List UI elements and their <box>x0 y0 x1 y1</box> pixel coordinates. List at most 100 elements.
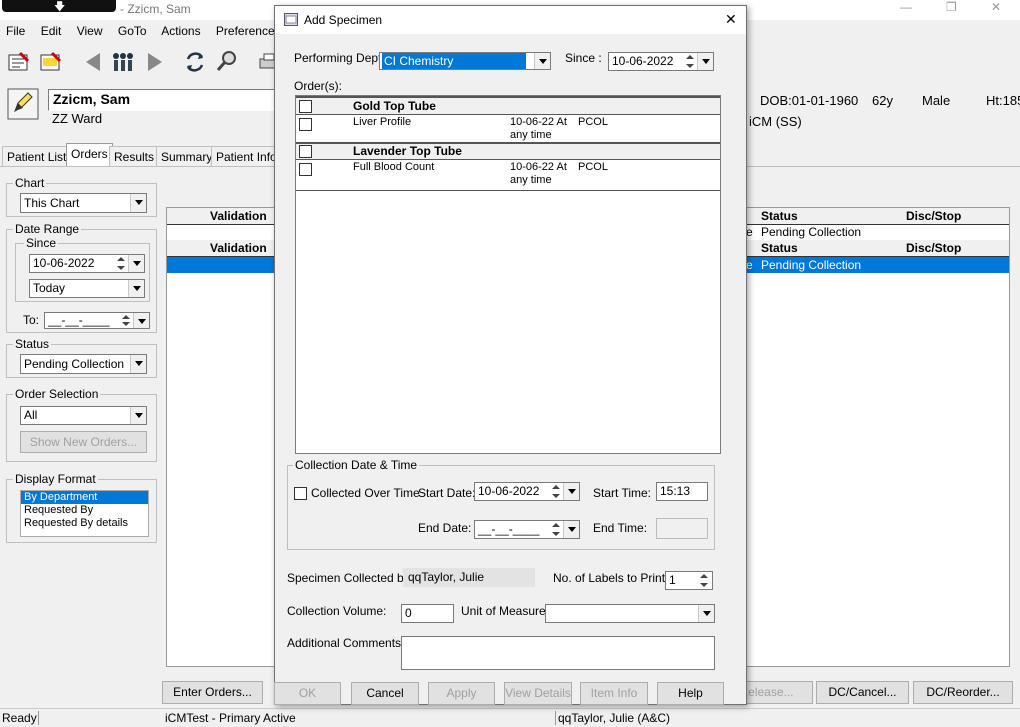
tab-summary[interactable]: Summary <box>156 146 218 167</box>
previous-patient-icon[interactable] <box>80 49 106 75</box>
order-item-checkbox[interactable] <box>299 163 312 176</box>
collected-by-field: qqTaylor, Julie <box>403 568 535 587</box>
to-date-spinner[interactable] <box>119 313 133 328</box>
chart-select[interactable]: This Chart <box>20 193 147 213</box>
labels-to-print-field[interactable]: 1 <box>665 571 713 590</box>
end-date-field[interactable]: __-__-____ <box>474 520 580 539</box>
additional-comments-field[interactable] <box>401 636 715 670</box>
display-format-requested-by-details[interactable]: Requested By details <box>21 517 148 530</box>
start-date-field[interactable]: 10-06-2022 <box>474 482 580 501</box>
patient-notes-icon[interactable] <box>7 88 39 120</box>
validation-column-header[interactable]: Validation <box>210 209 267 223</box>
menu-file[interactable]: File <box>6 24 25 38</box>
status-select[interactable]: Pending Collection <box>20 354 147 374</box>
collection-group: Collection Date & Time Collected Over Ti… <box>287 458 715 550</box>
status-column-header[interactable]: Status <box>761 209 798 223</box>
menu-actions[interactable]: Actions <box>161 24 200 38</box>
dc-reorder-button[interactable]: DC/Reorder... <box>913 681 1013 704</box>
order-item-row[interactable]: Liver Profile 10-06-22 At any time PCOL <box>296 115 720 144</box>
chevron-down-icon[interactable] <box>563 521 579 538</box>
end-date-spinner[interactable] <box>549 521 563 538</box>
collected-over-time-label[interactable]: Collected Over Time <box>311 486 420 500</box>
order-selection-value: All <box>24 408 38 422</box>
item-info-button[interactable]: Item Info <box>580 682 648 705</box>
order-group-row[interactable]: Lavender Top Tube <box>296 142 720 160</box>
menu-edit[interactable]: Edit <box>41 24 62 38</box>
menu-preferences[interactable]: Preferences <box>216 24 281 38</box>
tab-results[interactable]: Results <box>109 146 160 167</box>
orders-list: Gold Top Tube Liver Profile 10-06-22 At … <box>295 95 721 454</box>
order-item-checkbox[interactable] <box>299 118 312 131</box>
collection-group-label: Collection Date & Time <box>293 458 420 472</box>
order-group-row[interactable]: Gold Top Tube <box>296 96 720 115</box>
chevron-down-icon[interactable] <box>130 194 146 212</box>
display-format-requested-by[interactable]: Requested By <box>21 504 148 517</box>
display-format-by-department[interactable]: By Department <box>21 491 148 504</box>
minimize-icon[interactable]: — <box>900 0 912 14</box>
dialog-since-field[interactable]: 10-06-2022 <box>608 52 714 71</box>
since-group: Since 10-06-2022 Today <box>15 236 150 302</box>
disc-stop-column-header[interactable]: Disc/Stop <box>906 241 961 255</box>
since-date-spinner[interactable] <box>114 255 128 272</box>
menu-view[interactable]: View <box>77 24 103 38</box>
start-date-label: Start Date: <box>418 486 476 500</box>
disc-stop-column-header[interactable]: Disc/Stop <box>906 209 961 223</box>
close-window-icon[interactable]: ✕ <box>991 0 1001 14</box>
chevron-down-icon[interactable] <box>133 313 149 328</box>
since-date-field[interactable]: 10-06-2022 <box>29 254 145 273</box>
show-new-orders-button[interactable]: Show New Orders... <box>20 431 147 453</box>
status-label: Status <box>13 337 52 351</box>
display-format-list[interactable]: By Department Requested By Requested By … <box>20 490 149 537</box>
chart-group: Chart This Chart <box>6 176 157 217</box>
order-item-row[interactable]: Full Blood Count 10-06-22 At any time PC… <box>296 160 720 191</box>
patient-group-icon[interactable] <box>110 49 136 75</box>
unit-of-measure-label: Unit of Measure: <box>461 604 550 618</box>
help-button[interactable]: Help <box>657 682 724 705</box>
validation-column-header[interactable]: Validation <box>210 241 267 255</box>
chevron-down-icon[interactable] <box>130 407 146 424</box>
restore-icon[interactable]: ❐ <box>946 0 957 14</box>
tab-patient-list[interactable]: Patient List <box>2 146 72 167</box>
performing-dept-select[interactable]: CI Chemistry <box>379 52 551 70</box>
order-group-checkbox[interactable] <box>299 145 312 158</box>
view-details-button[interactable]: View Details <box>504 682 572 705</box>
chevron-down-icon[interactable] <box>563 483 579 500</box>
status-column-header[interactable]: Status <box>761 241 798 255</box>
refresh-icon[interactable] <box>182 49 208 75</box>
orders-chart-icon[interactable] <box>38 49 64 75</box>
chevron-down-icon[interactable] <box>698 605 714 622</box>
order-group-checkbox[interactable] <box>299 100 312 113</box>
next-patient-icon[interactable] <box>142 49 168 75</box>
unit-of-measure-select[interactable] <box>545 604 715 623</box>
search-icon[interactable] <box>214 49 240 75</box>
chevron-down-icon[interactable] <box>128 255 144 272</box>
chevron-down-icon[interactable] <box>534 53 550 69</box>
tab-patient-info[interactable]: Patient Info <box>211 146 282 167</box>
row-prefix: e <box>746 225 753 239</box>
ok-button[interactable]: OK <box>274 682 341 705</box>
labels-spinner[interactable] <box>697 572 711 589</box>
order-item-code: PCOL <box>578 116 608 128</box>
start-time-label: Start Time: <box>593 486 652 500</box>
cancel-button[interactable]: Cancel <box>351 682 419 705</box>
patient-chart-icon[interactable] <box>6 49 32 75</box>
chevron-down-icon[interactable] <box>130 355 146 373</box>
since-label: Since : <box>565 51 602 65</box>
collection-volume-field[interactable]: 0 <box>401 604 454 623</box>
since-preset-select[interactable]: Today <box>29 279 145 298</box>
dialog-title-bar[interactable]: Add Specimen ✕ <box>275 6 746 34</box>
start-time-field[interactable]: 15:13 <box>656 482 708 501</box>
tab-orders[interactable]: Orders <box>66 143 113 167</box>
chevron-down-icon[interactable] <box>697 53 713 70</box>
apply-button[interactable]: Apply <box>428 682 495 705</box>
menu-goto[interactable]: GoTo <box>118 24 147 38</box>
collected-over-time-checkbox[interactable] <box>294 487 307 500</box>
order-selection-select[interactable]: All <box>20 406 147 425</box>
dialog-since-spinner[interactable] <box>683 53 697 70</box>
enter-orders-button[interactable]: Enter Orders... <box>162 681 263 704</box>
dc-cancel-button[interactable]: DC/Cancel... <box>816 681 909 704</box>
chevron-down-icon[interactable] <box>128 280 144 297</box>
to-date-field[interactable]: __-__-____ <box>44 312 150 329</box>
close-icon[interactable]: ✕ <box>725 11 737 28</box>
start-date-spinner[interactable] <box>549 483 563 500</box>
